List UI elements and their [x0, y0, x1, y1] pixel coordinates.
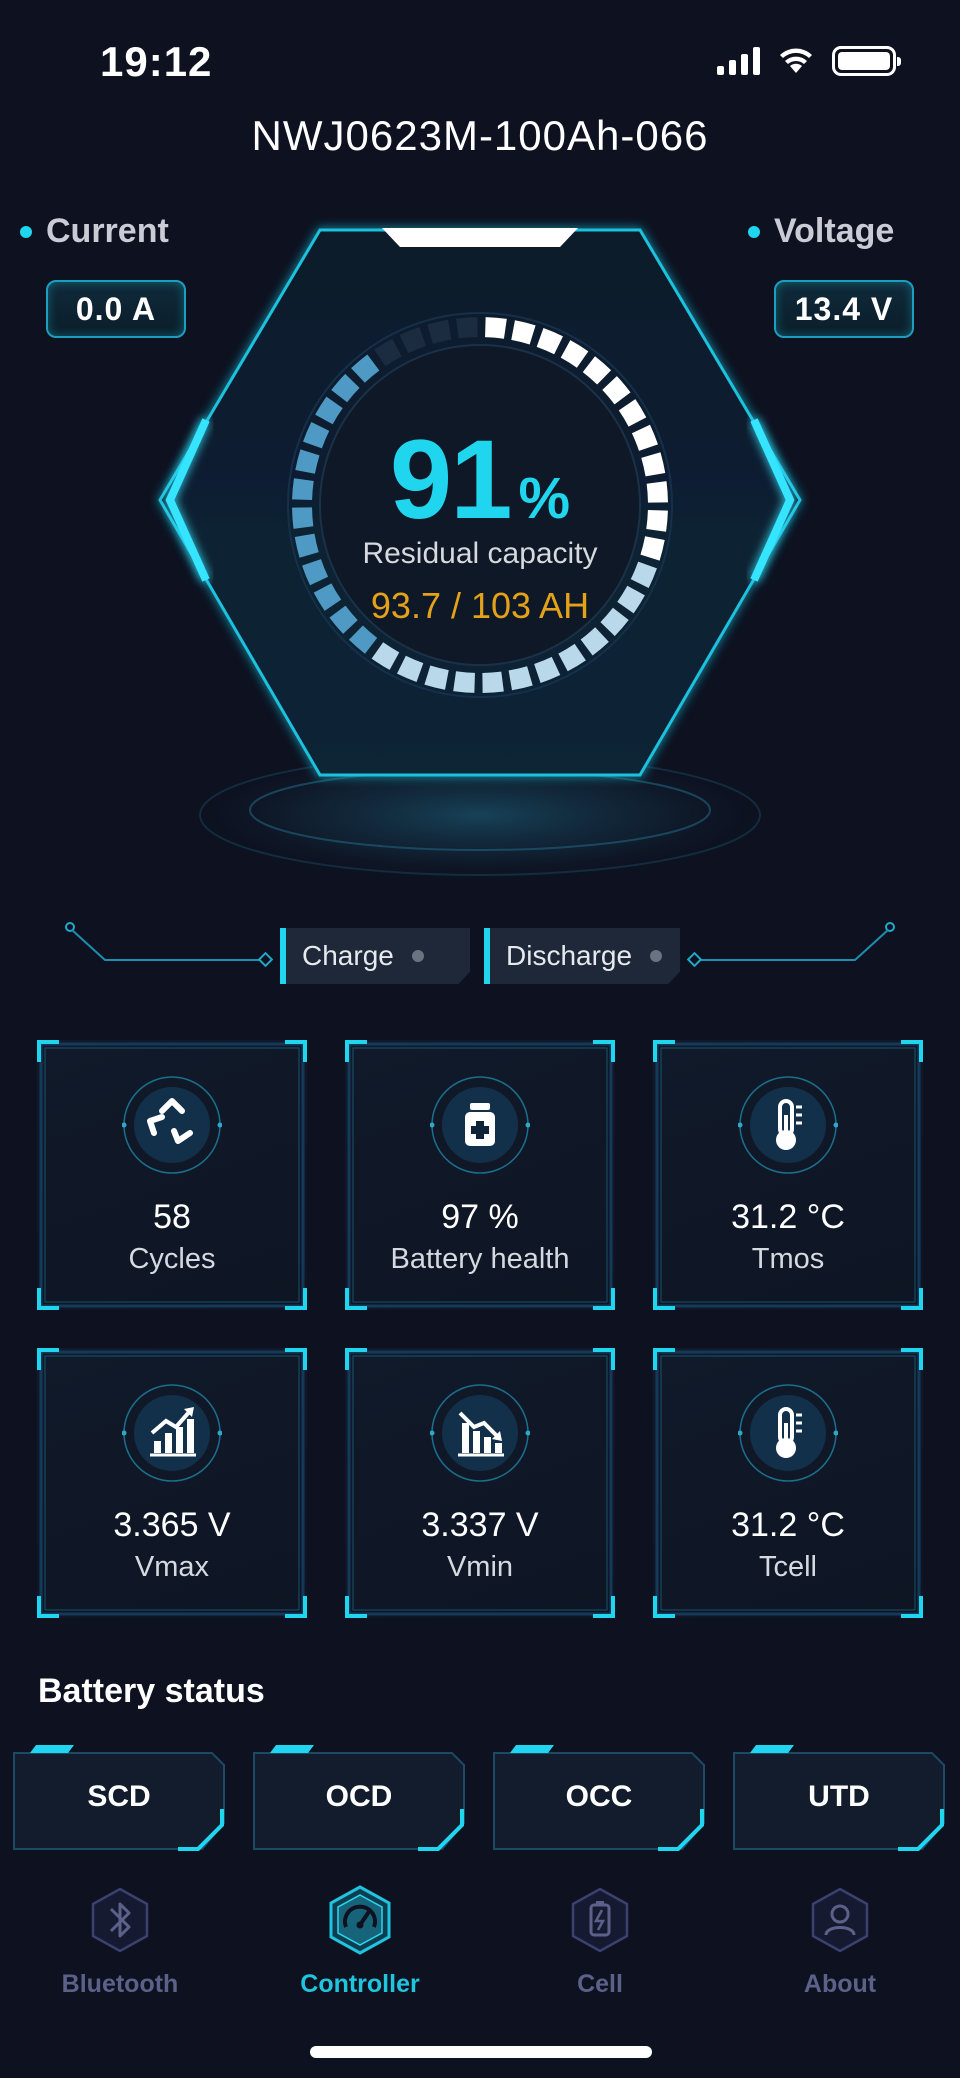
nav-controller[interactable]: Controller	[240, 1885, 480, 1999]
battery-cell-icon	[571, 1887, 629, 1953]
discharge-indicator	[650, 950, 663, 962]
tile-vmin: 3.337 V Vmin	[345, 1348, 615, 1618]
home-indicator	[310, 2046, 652, 2058]
nav-about[interactable]: About	[720, 1885, 960, 1999]
gauge-tick	[482, 671, 504, 693]
thermometer-icon	[738, 1384, 838, 1482]
recycle-icon	[122, 1076, 222, 1174]
status-chip-utd: UTD	[732, 1743, 946, 1851]
gauge-tick	[456, 317, 478, 339]
gauge-tick	[646, 510, 668, 532]
tile-label: Cycles	[128, 1243, 216, 1275]
tile-label: Vmin	[446, 1551, 514, 1583]
tile-tcell: 31.2 °C Tcell	[653, 1348, 923, 1618]
status-chip-label: OCC	[565, 1780, 633, 1813]
user-icon	[811, 1887, 869, 1953]
status-chip-occ: OCC	[492, 1743, 706, 1851]
residual-capacity-value: 93.7 / 103 AH	[370, 585, 590, 626]
switch-connector-lines	[65, 922, 895, 968]
tile-value: 31.2 °C	[731, 1198, 845, 1236]
chart-down-icon	[430, 1384, 530, 1482]
tile-value: 3.365 V	[113, 1506, 231, 1544]
tile-label: Tmos	[751, 1243, 825, 1275]
chart-up-icon	[122, 1384, 222, 1482]
status-chip-label: OCD	[325, 1780, 393, 1813]
tile-vmax: 3.365 V Vmax	[37, 1348, 307, 1618]
tile-label: Vmax	[134, 1551, 210, 1583]
gauge-tick	[485, 317, 507, 339]
tile-value: 58	[153, 1198, 191, 1236]
tile-value: 97 %	[441, 1198, 519, 1236]
tile-cycles: 58 Cycles	[37, 1040, 307, 1310]
status-icons	[717, 46, 901, 76]
thermometer-icon	[738, 1076, 838, 1174]
capacity-percent: 91%	[389, 417, 571, 542]
current-label: Current	[20, 212, 169, 251]
tile-label: Tcell	[758, 1551, 817, 1583]
wifi-icon	[780, 48, 812, 73]
status-chip-label: UTD	[808, 1780, 870, 1813]
battery-status-title: Battery status	[38, 1672, 265, 1710]
battery-icon	[832, 46, 901, 76]
gauge-tick	[453, 671, 475, 693]
status-chip-label: SCD	[87, 1780, 151, 1813]
status-time: 19:12	[100, 38, 213, 85]
gauge-tick	[292, 507, 314, 529]
charge-label: Charge	[302, 940, 394, 971]
tile-tmos: 31.2 °C Tmos	[653, 1040, 923, 1310]
medicine-bottle-icon	[430, 1076, 530, 1174]
residual-capacity-label: Residual capacity	[362, 537, 598, 570]
charge-indicator	[411, 950, 424, 962]
tile-label: Battery health	[390, 1243, 570, 1275]
nav-cell[interactable]: Cell	[480, 1885, 720, 1999]
signal-icon	[717, 47, 760, 75]
current-dot	[20, 225, 32, 238]
gauge-top-light	[382, 228, 578, 247]
gauge-tick	[646, 481, 668, 503]
gauge-tick	[292, 478, 314, 500]
nav-bluetooth[interactable]: Bluetooth	[0, 1885, 240, 1999]
discharge-switch[interactable]: Discharge	[484, 928, 680, 984]
nav-label: Controller	[300, 1970, 420, 1998]
charge-switch[interactable]: Charge	[280, 928, 470, 984]
nav-label: Bluetooth	[61, 1970, 179, 1998]
discharge-label: Discharge	[506, 940, 633, 971]
tile-battery-health: 97 % Battery health	[345, 1040, 615, 1310]
bluetooth-icon	[91, 1887, 149, 1953]
nav-label: About	[803, 1970, 877, 1998]
device-title: NWJ0623M-100Ah-066	[251, 112, 709, 159]
speedometer-icon	[329, 1885, 391, 1955]
tile-value: 31.2 °C	[731, 1506, 845, 1544]
tile-value: 3.337 V	[421, 1506, 539, 1544]
nav-label: Cell	[577, 1970, 623, 1998]
status-chip-scd: SCD	[12, 1743, 226, 1851]
status-chip-ocd: OCD	[252, 1743, 466, 1851]
